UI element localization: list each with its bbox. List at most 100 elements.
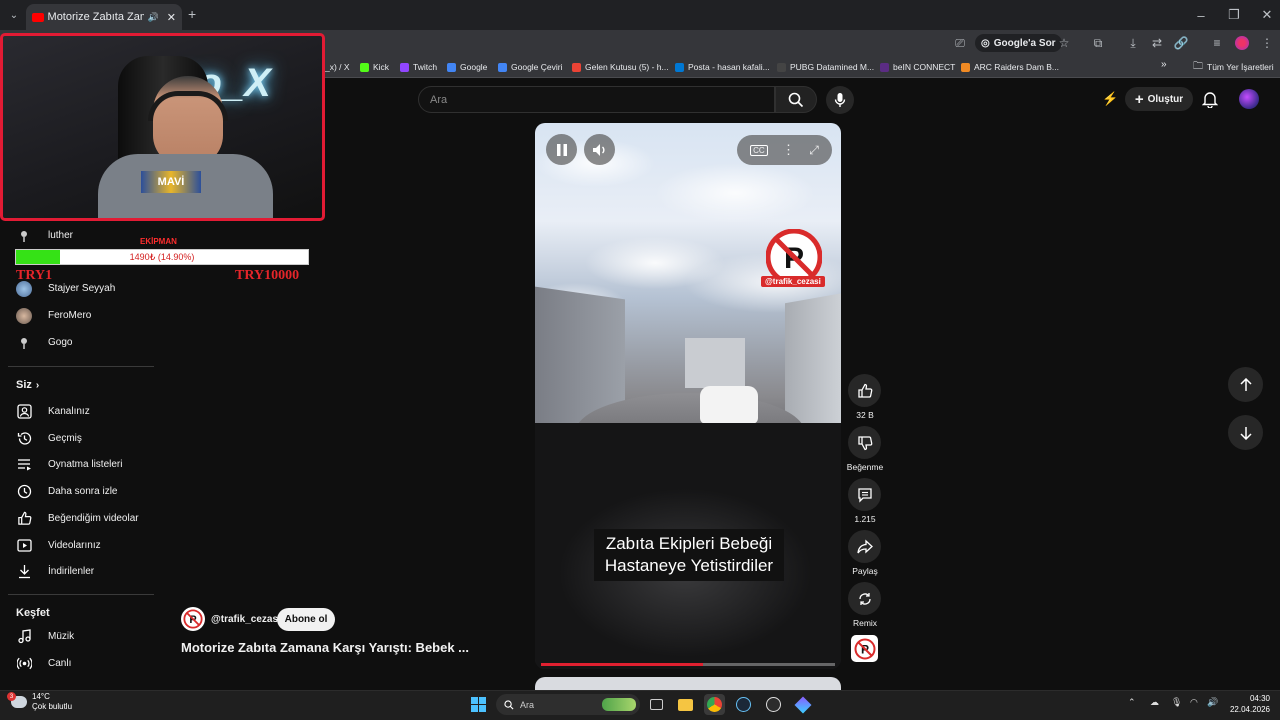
bookmark-star-icon[interactable]: ☆ bbox=[1055, 34, 1073, 52]
link-icon[interactable]: 🔗 bbox=[1172, 34, 1190, 52]
translate-icon[interactable]: ⇄ bbox=[1148, 34, 1166, 52]
sidebar-item-channel[interactable]: Kanalınız bbox=[8, 398, 154, 425]
extensions-icon[interactable]: ⧉ bbox=[1089, 34, 1107, 52]
tab-close-icon[interactable]: ✕ bbox=[167, 11, 176, 24]
weather-widget[interactable]: 3 14°C Çok bulutlu bbox=[7, 692, 72, 712]
cast-icon[interactable]: ⎚ bbox=[951, 34, 969, 52]
video-title[interactable]: Motorize Zabıta Zamana Karşı Yarıştı: Be… bbox=[181, 640, 469, 655]
bookmark-item[interactable]: Google Çeviri bbox=[498, 60, 563, 74]
channel-avatar[interactable]: P bbox=[181, 607, 205, 631]
sidebar-item-gogo[interactable]: Gogo bbox=[8, 329, 154, 356]
steam-icon[interactable] bbox=[733, 694, 754, 715]
sidebar-item-thumbs-up[interactable]: Beğendiğim videolar bbox=[8, 505, 154, 532]
voice-search-button[interactable] bbox=[826, 86, 854, 114]
app-icon[interactable] bbox=[792, 694, 813, 715]
obs-icon[interactable] bbox=[763, 694, 784, 715]
tray-wifi-icon[interactable]: ◠ bbox=[1190, 697, 1198, 708]
channel-thumbnail[interactable]: P bbox=[851, 635, 878, 662]
bookmark-item[interactable]: ARC Raiders Dam B... bbox=[961, 60, 1059, 74]
bookmark-item[interactable]: PUBG Datamined M... bbox=[777, 60, 874, 74]
sidebar-item-playlist[interactable]: Oynatma listeleri bbox=[8, 451, 154, 478]
google-ask-label: Google'a Sor bbox=[993, 37, 1056, 49]
task-view-icon[interactable] bbox=[646, 694, 667, 715]
tab-search-icon[interactable]: ⌄ bbox=[6, 7, 22, 23]
subscribe-button[interactable]: Abone ol bbox=[277, 608, 335, 631]
dislike-button[interactable] bbox=[848, 426, 881, 459]
shorts-video-player[interactable]: CC ⋮ ⤢ P @trafik_cezasi Zabıta Ekipleri … bbox=[535, 123, 841, 669]
donation-max: TRY10000 bbox=[235, 268, 300, 283]
browser-tab[interactable]: Motorize Zabıta Zamana Ka... 🔊 ✕ bbox=[26, 4, 182, 30]
next-short-preview[interactable] bbox=[535, 677, 841, 691]
captions-icon[interactable]: CC bbox=[750, 144, 768, 156]
sidebar-divider bbox=[8, 594, 154, 595]
google-ask-button[interactable]: ◎ Google'a Sor bbox=[975, 34, 1062, 52]
new-tab-icon[interactable]: + bbox=[188, 6, 196, 22]
next-short-button[interactable] bbox=[1228, 415, 1263, 450]
profile-avatar[interactable] bbox=[1235, 36, 1249, 50]
tray-network-icon[interactable]: ☁ bbox=[1150, 697, 1159, 708]
search-input[interactable]: Ara bbox=[418, 86, 775, 113]
fullscreen-icon[interactable]: ⤢ bbox=[809, 143, 819, 158]
bookmark-item[interactable]: Twitch bbox=[400, 60, 437, 74]
antenna-icon bbox=[16, 228, 32, 244]
bookmark-item[interactable]: Gelen Kutusu (5) - h... bbox=[572, 60, 669, 74]
bookmarks-overflow-icon[interactable]: » bbox=[1161, 59, 1167, 70]
comments-button[interactable] bbox=[848, 478, 881, 511]
notifications-bell-icon[interactable] bbox=[1202, 90, 1218, 108]
remix-button[interactable] bbox=[848, 582, 881, 615]
sidebar-item-luther[interactable]: luther bbox=[8, 222, 154, 249]
minimize-icon[interactable]: – bbox=[1184, 0, 1218, 30]
sidebar-item-history[interactable]: Geçmiş bbox=[8, 425, 154, 452]
bookmark-label: _x) / X bbox=[325, 62, 350, 72]
sidebar-item-music[interactable]: Müzik bbox=[8, 623, 154, 650]
all-bookmarks-label: Tüm Yer İşaretleri bbox=[1207, 62, 1274, 72]
clock-time: 04:30 bbox=[1249, 694, 1270, 703]
channel-name[interactable]: @trafik_cezasi bbox=[211, 614, 281, 625]
bookmark-item[interactable]: _x) / X bbox=[325, 60, 350, 74]
create-button[interactable]: + Oluştur bbox=[1125, 87, 1193, 111]
bookmark-item[interactable]: Posta - hasan kafali... bbox=[675, 60, 770, 74]
tray-volume-icon[interactable]: 🔊 bbox=[1207, 697, 1218, 708]
sidebar-item-video[interactable]: Videolarınız bbox=[8, 532, 154, 559]
chrome-icon[interactable] bbox=[704, 694, 725, 715]
webcam-overlay: no_X MAVİ bbox=[0, 33, 325, 221]
browser-menu-icon[interactable]: ⋮ bbox=[1258, 34, 1276, 52]
download-toolbar-icon[interactable]: ⤓ bbox=[1124, 34, 1142, 52]
close-window-icon[interactable]: ✕ bbox=[1250, 0, 1280, 30]
more-options-icon[interactable]: ⋮ bbox=[782, 142, 795, 158]
tray-mic-icon[interactable]: 🎙 bbox=[1171, 697, 1182, 708]
volume-button[interactable] bbox=[584, 134, 615, 165]
bookmark-item[interactable]: Google bbox=[447, 60, 487, 74]
share-button[interactable] bbox=[848, 530, 881, 563]
taskbar-clock[interactable]: 04:30 22.04.2026 bbox=[1224, 693, 1270, 715]
taskbar-search[interactable]: Ara bbox=[496, 694, 640, 715]
pause-button[interactable] bbox=[546, 134, 577, 165]
all-bookmarks-link[interactable]: 🗀 Tüm Yer İşaretleri bbox=[1193, 60, 1274, 74]
search-highlight-image bbox=[602, 698, 636, 711]
audio-icon[interactable]: 🔊 bbox=[148, 12, 159, 23]
sidebar-item-download[interactable]: İndirilenler bbox=[8, 558, 154, 585]
sidebar-item-stajyer-seyyah[interactable]: Stajyer Seyyah bbox=[8, 275, 154, 302]
account-avatar[interactable] bbox=[1239, 89, 1259, 109]
clock-date: 22.04.2026 bbox=[1229, 705, 1270, 714]
sidebar-item-live[interactable]: Canlı bbox=[8, 650, 154, 677]
restore-icon[interactable]: ❐ bbox=[1217, 0, 1251, 30]
share-label: Paylaş bbox=[852, 566, 878, 576]
dislike-label: Beğenme bbox=[846, 462, 884, 472]
previous-short-button[interactable] bbox=[1228, 367, 1263, 402]
thumbs-up-icon bbox=[857, 383, 872, 398]
tray-overflow-icon[interactable]: ⌃ bbox=[1128, 697, 1136, 708]
search-button[interactable] bbox=[775, 86, 817, 113]
sidebar-item-feromero[interactable]: FeroMero bbox=[8, 302, 154, 329]
cast-toggle-icon[interactable]: ⚡ bbox=[1102, 91, 1118, 107]
you-section-heading[interactable]: Siz › bbox=[16, 379, 39, 391]
chevron-right-icon: › bbox=[35, 379, 40, 391]
sidebar-item-clock[interactable]: Daha sonra izle bbox=[8, 478, 154, 505]
video-progress-track[interactable] bbox=[541, 663, 835, 666]
file-explorer-icon[interactable] bbox=[675, 694, 696, 715]
like-button[interactable] bbox=[848, 374, 881, 407]
reading-list-icon[interactable]: ≡ bbox=[1208, 34, 1226, 52]
bookmark-item[interactable]: beIN CONNECT bbox=[880, 60, 955, 74]
bookmark-item[interactable]: Kick bbox=[360, 60, 389, 74]
start-icon[interactable] bbox=[468, 694, 489, 715]
